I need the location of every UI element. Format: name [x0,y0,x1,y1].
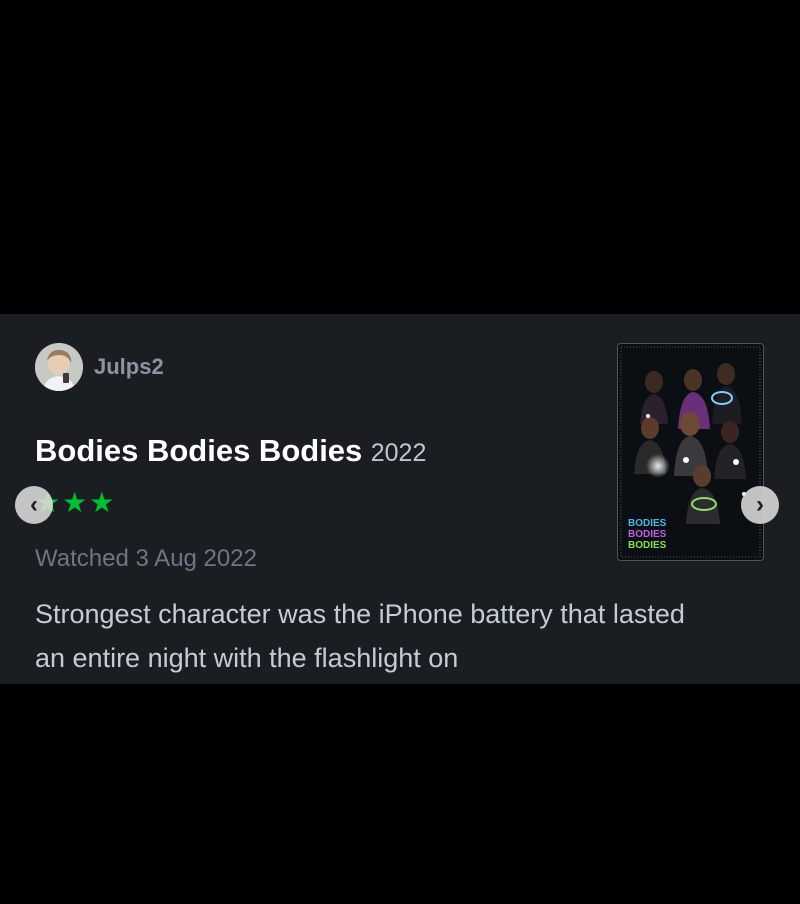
previous-button[interactable]: ‹ [15,486,53,524]
poster-title-line-1: BODIES [628,518,667,529]
film-year-link[interactable]: 2022 [371,439,427,467]
film-poster[interactable]: BODIES BODIES BODIES [617,343,764,561]
review-card: Julps2 Bodies Bodies Bodies 2022 ★★★ Wat… [0,314,800,684]
username-link[interactable]: Julps2 [94,354,164,380]
poster-title-line-3: BODIES [628,540,667,551]
user-avatar-icon [35,343,83,391]
avatar[interactable] [35,343,83,391]
film-poster-image: BODIES BODIES BODIES [618,344,763,560]
chevron-left-icon: ‹ [30,491,38,518]
film-heading: Bodies Bodies Bodies 2022 [35,433,426,469]
review-text: Strongest character was the iPhone batte… [35,599,685,673]
chevron-right-icon: › [756,491,764,518]
poster-title-line-2: BODIES [628,529,667,540]
film-title-link[interactable]: Bodies Bodies Bodies [35,433,362,468]
watched-date: Watched 3 Aug 2022 [35,545,257,572]
next-button[interactable]: › [741,486,779,524]
